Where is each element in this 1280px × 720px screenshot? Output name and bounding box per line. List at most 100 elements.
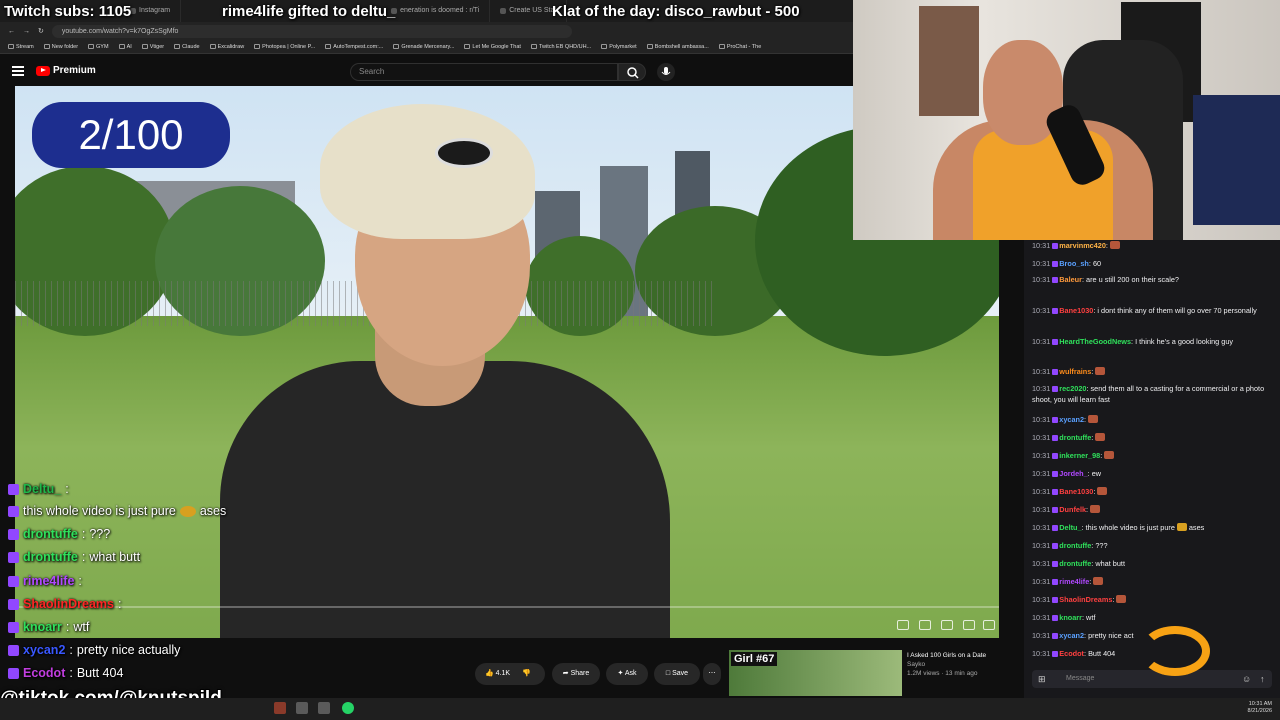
chat-username[interactable]: inkerner_98	[1059, 451, 1100, 460]
bookmark-item[interactable]: AutoTempest.com:...	[325, 44, 383, 50]
tab-favicon-icon	[500, 8, 507, 14]
bookmark-item[interactable]: Polymarket	[601, 44, 637, 50]
chat-username[interactable]: Deltu_	[1059, 523, 1081, 532]
chat-username[interactable]: drontuffe	[1059, 559, 1091, 568]
save-button[interactable]: □ Save	[654, 663, 700, 685]
bookmark-item[interactable]: Photopea | Online P...	[254, 44, 315, 50]
chat-username[interactable]: drontuffe	[1059, 433, 1091, 442]
bookmark-item[interactable]: Excalidraw	[209, 43, 245, 50]
twitch-badge-icon	[8, 552, 19, 563]
chat-username[interactable]: HeardTheGoodNews	[1059, 337, 1131, 346]
bookmark-folder-icon	[601, 44, 608, 49]
search-input[interactable]: Search	[350, 63, 618, 81]
bookmark-item[interactable]: Stream	[8, 44, 34, 50]
chat-grid-icon[interactable]: ⊞	[1038, 674, 1046, 685]
url-field[interactable]: youtube.com/watch?v=k7OgZsSgMfo	[51, 24, 572, 38]
chat-username[interactable]: Broo_sh	[1059, 259, 1089, 268]
clock-time: 10:31 AM	[1248, 701, 1272, 707]
bookmark-item[interactable]: GYM	[88, 44, 109, 50]
chat-username[interactable]: knoarr	[1059, 613, 1082, 622]
chat-username[interactable]: rime4life	[1059, 577, 1089, 586]
chat-input[interactable]: Message	[1032, 670, 1272, 688]
recommended-meta: 1.2M views · 13 min ago	[907, 670, 978, 677]
reload-icon[interactable]: ↻	[38, 27, 44, 35]
bookmark-folder-icon	[141, 44, 148, 49]
overlay-chat-line: Deltu_:	[8, 478, 69, 501]
bookmark-item[interactable]: Grenade Mercenary...	[393, 44, 454, 50]
chat-message: 10:31 Baleur: are u still 200 on their sc…	[1032, 274, 1276, 285]
emote-icon[interactable]: ☺	[1242, 674, 1251, 684]
recommended-info[interactable]: I Asked 100 Girls on a Date Sayko 1.2M v…	[907, 652, 1007, 677]
chat-badge-icon	[1052, 453, 1059, 459]
overlay-chat-text: wtf	[73, 620, 90, 634]
bookmark-label: Excalidraw	[217, 43, 245, 50]
settings-icon[interactable]	[941, 620, 953, 630]
tab-label: Instagram	[139, 7, 171, 14]
fullscreen-icon[interactable]	[983, 620, 995, 630]
chat-badge-icon	[1052, 243, 1059, 249]
bookmark-item[interactable]: New folder	[43, 44, 78, 50]
overlay-chat-user: Ecodot	[23, 666, 66, 680]
chat-text: I think he's a good looking guy	[1135, 337, 1234, 346]
chat-username[interactable]: wulfrains	[1059, 367, 1091, 376]
chat-message: 10:31 drontuffe: ???	[1032, 540, 1276, 551]
more-actions-button[interactable]: ⋯	[703, 663, 721, 685]
chat-username[interactable]: Baleur	[1059, 275, 1082, 284]
premium-label: Premium	[53, 65, 96, 76]
bookmark-item[interactable]: Twitch EB QHD/UH...	[530, 43, 592, 50]
chat-username[interactable]: ShaolinDreams	[1059, 595, 1112, 604]
subtitles-icon[interactable]	[919, 620, 931, 630]
overlay-chat-user: rime4life	[23, 574, 75, 588]
bookmark-item[interactable]: Bombshell ambassa...	[646, 44, 709, 50]
voice-search-button[interactable]	[657, 63, 675, 81]
chat-username[interactable]: rec2020	[1059, 384, 1086, 393]
chat-username[interactable]: Bane1030	[1059, 306, 1093, 315]
share-button[interactable]: ➦ Share	[552, 663, 600, 685]
app-icon[interactable]	[296, 702, 308, 714]
whatsapp-icon[interactable]	[342, 702, 354, 714]
bookmark-item[interactable]: ProChat - The	[718, 44, 761, 50]
video-counter-badge: 2/100	[32, 102, 230, 168]
like-button[interactable]: 👍 4.1K 👎	[475, 663, 545, 685]
chat-timestamp: 10:31	[1032, 559, 1051, 568]
menu-icon[interactable]	[12, 66, 24, 76]
chat-timestamp: 10:31	[1032, 337, 1051, 346]
chat-username[interactable]: drontuffe	[1059, 541, 1091, 550]
app-icon[interactable]	[318, 702, 330, 714]
theater-mode-icon[interactable]	[963, 620, 975, 630]
bookmark-label: AutoTempest.com:...	[333, 43, 384, 50]
video-player[interactable]: 2/100	[15, 86, 999, 638]
chat-username[interactable]: xycan2	[1059, 631, 1084, 640]
video-progress-bar[interactable]	[15, 606, 999, 608]
autoplay-toggle[interactable]	[897, 620, 909, 630]
chat-badge-icon	[1052, 308, 1059, 314]
recommended-thumbnail[interactable]: Girl #67	[729, 650, 902, 696]
chat-username[interactable]: marvinmc420	[1059, 241, 1106, 250]
chat-username[interactable]: Dunfelk	[1059, 505, 1086, 514]
chat-username[interactable]: Jordeh_	[1059, 469, 1087, 478]
dislike-icon[interactable]: 👎	[522, 670, 531, 677]
taskbar-clock[interactable]: 10:31 AM 8/21/2026	[1248, 701, 1272, 715]
chat-username[interactable]: Ecodot	[1059, 649, 1084, 658]
twitch-badge-icon	[8, 484, 19, 495]
search-button[interactable]	[618, 63, 646, 81]
back-icon[interactable]: ←	[8, 28, 15, 35]
app-icon[interactable]	[274, 702, 286, 714]
bookmark-item[interactable]: AI	[118, 44, 132, 50]
bookmark-item[interactable]: Claude	[174, 44, 200, 50]
overlay-chat-colon: :	[78, 574, 82, 588]
chat-timestamp: 10:31	[1032, 384, 1051, 393]
chat-send-icon[interactable]: ↑	[1260, 674, 1265, 684]
chat-timestamp: 10:31	[1032, 451, 1051, 460]
browser-tab[interactable]: eneration is doomed : r/Ti	[381, 0, 491, 22]
ask-button[interactable]: ✦ Ask	[606, 663, 648, 685]
tab-label: Create US Stat	[509, 7, 557, 14]
bookmark-label: Twitch EB QHD/UH...	[538, 43, 592, 50]
bookmark-item[interactable]: Vtiger	[141, 44, 164, 50]
chat-username[interactable]: Bane1030	[1059, 487, 1093, 496]
forward-icon[interactable]: →	[23, 28, 30, 35]
youtube-logo[interactable]: Premium	[36, 65, 96, 76]
overlay-chat-line: ShaolinDreams:	[8, 593, 122, 616]
bookmark-item[interactable]: Let Me Google That	[464, 44, 521, 50]
chat-username[interactable]: xycan2	[1059, 415, 1084, 424]
